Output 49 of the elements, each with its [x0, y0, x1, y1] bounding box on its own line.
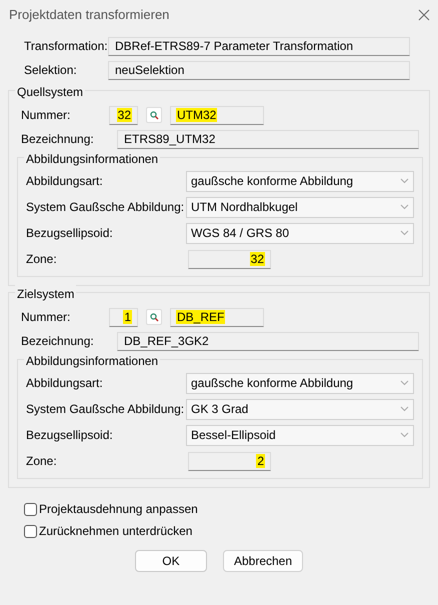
- text-field[interactable]: 1: [109, 308, 138, 326]
- search-button[interactable]: [146, 309, 162, 325]
- text-field[interactable]: 32: [109, 106, 138, 124]
- search-icon: [150, 312, 158, 322]
- dropdown[interactable]: UTM Nordhalbkugel: [186, 196, 414, 218]
- chevron-down-icon: [400, 380, 409, 386]
- field-label: System Gaußsche Abbildung:: [26, 199, 186, 216]
- window-title: Projektdaten transformieren: [9, 6, 170, 24]
- checkbox-label: Projektausdehnung anpassen: [39, 501, 198, 518]
- checkbox-label: Zurücknehmen unterdrücken: [39, 523, 192, 540]
- field-label: Bezugsellipsoid:: [26, 427, 114, 444]
- checkbox[interactable]: [24, 524, 37, 538]
- text-field[interactable]: 32: [188, 250, 271, 268]
- cancel-button[interactable]: Abbrechen: [222, 550, 304, 572]
- field-label: Nummer:: [20, 309, 72, 326]
- field-label: Bezeichnung:: [20, 333, 95, 350]
- field-label: Bezugsellipsoid:: [26, 225, 114, 242]
- text-field[interactable]: DB_REF_3GK2: [117, 332, 419, 350]
- ok-button[interactable]: OK: [134, 550, 207, 572]
- text-field[interactable]: neuSelektion: [108, 60, 410, 80]
- chevron-down-icon: [400, 230, 409, 236]
- field-label: System Gaußsche Abbildung:: [26, 401, 186, 418]
- search-icon: [150, 110, 158, 120]
- chevron-down-icon: [400, 204, 409, 210]
- chevron-down-icon: [400, 178, 409, 184]
- field-label: Abbildungsart:: [26, 375, 104, 392]
- field-label: Nummer:: [20, 107, 72, 124]
- dropdown[interactable]: gaußsche konforme Abbildung: [186, 170, 414, 192]
- search-button[interactable]: [146, 107, 162, 123]
- text-field[interactable]: DB_REF: [170, 308, 264, 326]
- group-title: Zielsystem: [15, 285, 76, 303]
- checkbox[interactable]: [24, 502, 37, 516]
- dropdown[interactable]: GK 3 Grad: [186, 398, 414, 420]
- field-label: Zone:: [26, 251, 58, 268]
- text-field[interactable]: UTM32: [170, 106, 264, 124]
- close-icon[interactable]: [418, 9, 430, 21]
- text-field[interactable]: ETRS89_UTM32: [117, 130, 419, 148]
- dropdown[interactable]: Bessel-Ellipsoid: [186, 424, 414, 446]
- field-label: Abbildungsart:: [26, 173, 104, 190]
- text-field[interactable]: 2: [188, 452, 271, 470]
- field-label: Bezeichnung:: [20, 131, 95, 148]
- dropdown[interactable]: WGS 84 / GRS 80: [186, 222, 414, 244]
- field-label: Zone:: [26, 453, 58, 470]
- text-field[interactable]: DBRef-ETRS89-7 Parameter Transformation: [108, 36, 410, 56]
- dropdown[interactable]: gaußsche konforme Abbildung: [186, 372, 414, 394]
- field-label: Selektion:: [23, 62, 78, 79]
- chevron-down-icon: [400, 432, 409, 438]
- field-label: Transformation:: [23, 38, 108, 55]
- chevron-down-icon: [400, 406, 409, 412]
